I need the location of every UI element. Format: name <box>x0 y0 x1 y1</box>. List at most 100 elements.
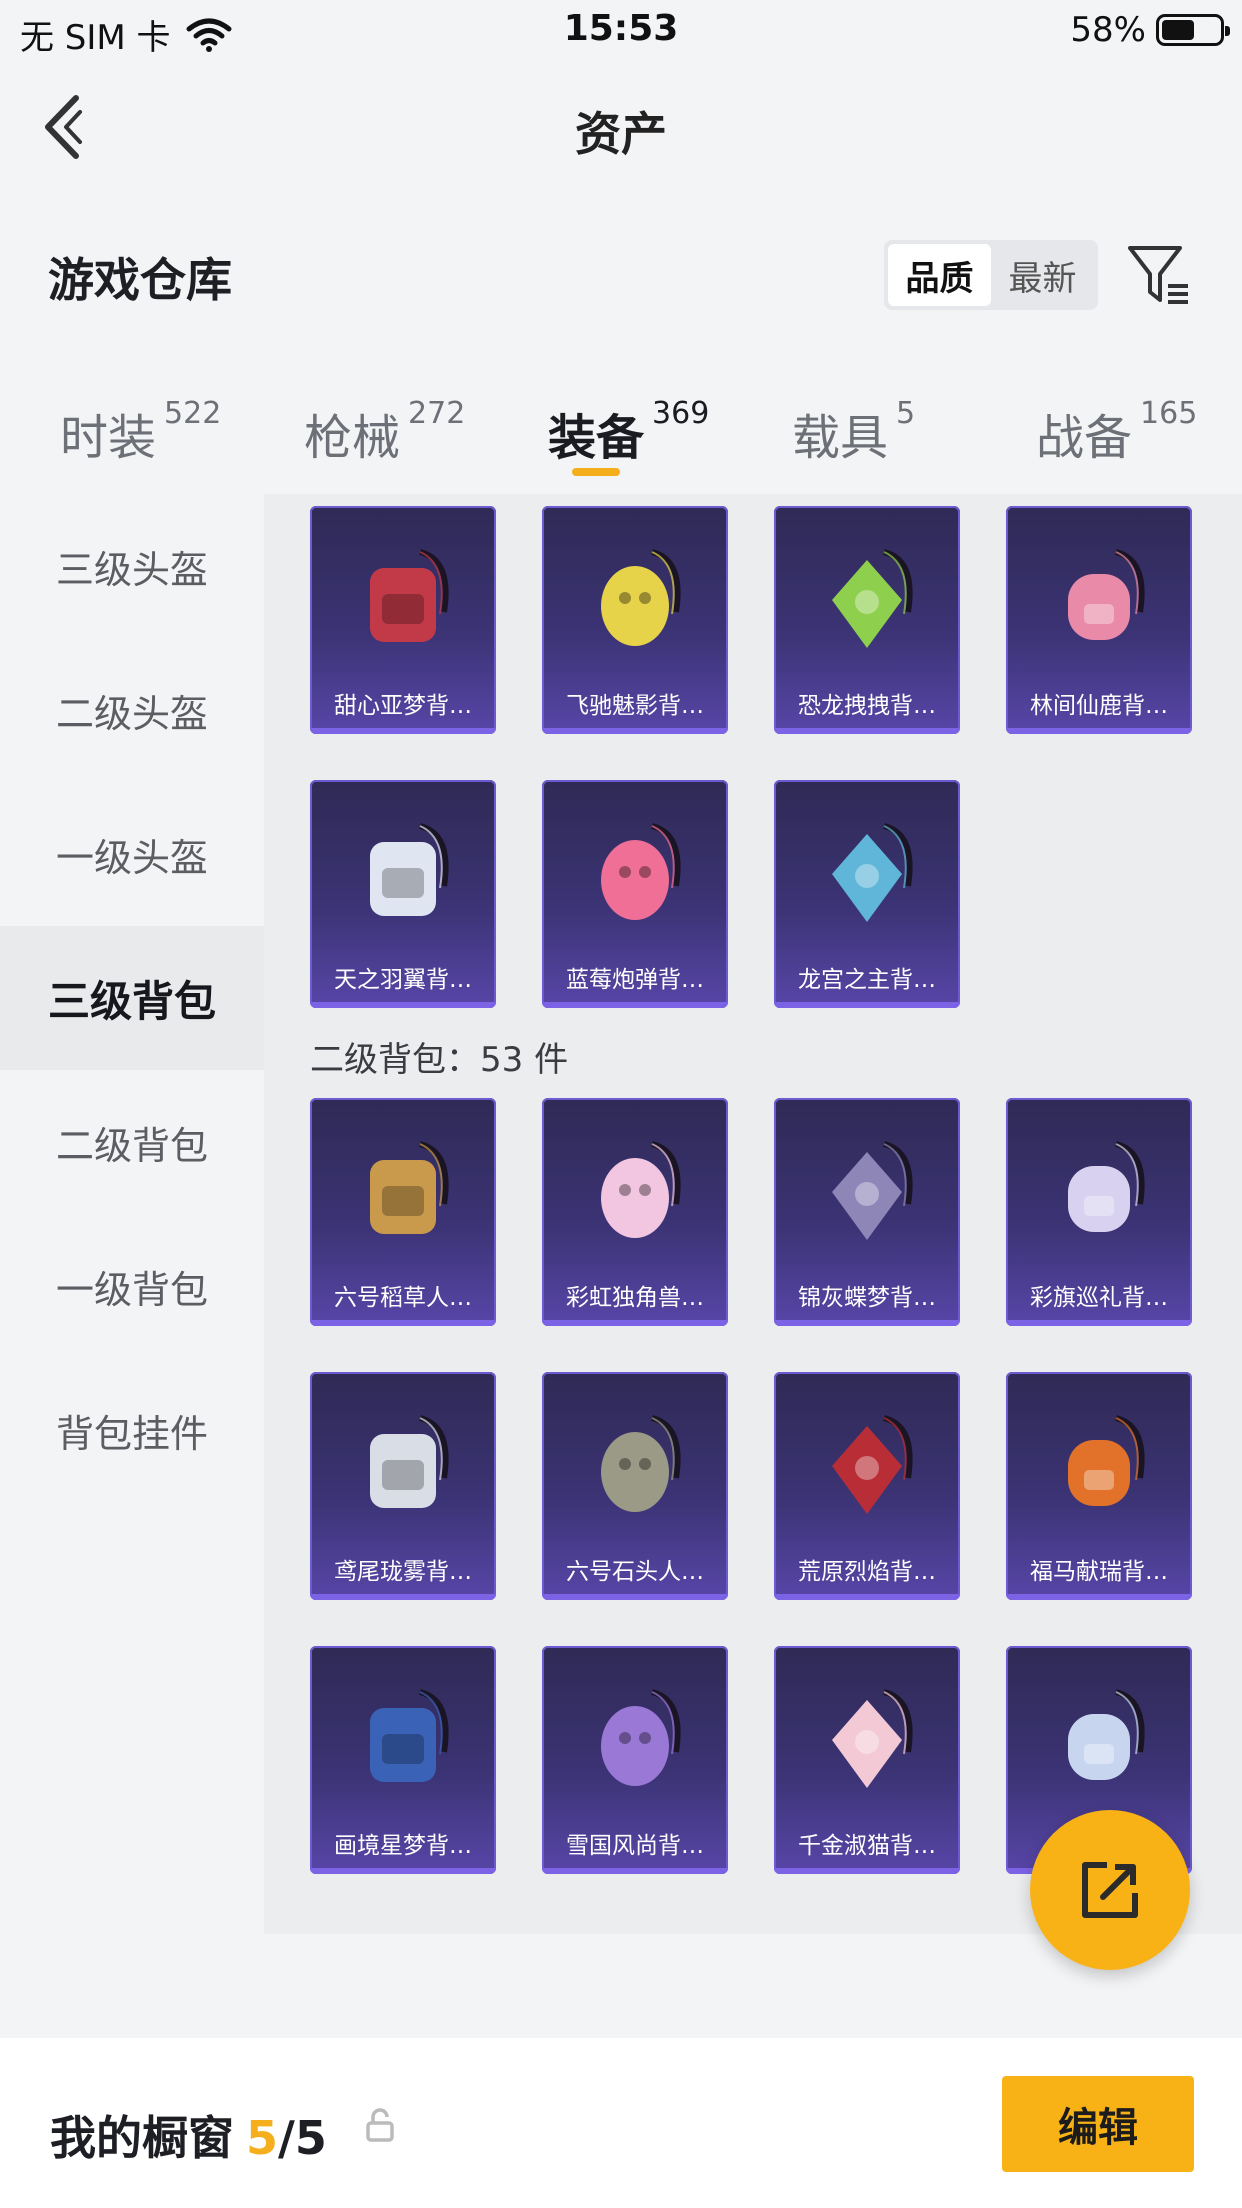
showcase-total: /5 <box>278 2111 327 2165</box>
level2-backpack-grid: 六号稻草人… 彩虹独角兽… 锦灰蝶梦背… 彩旗巡礼背… 鸢尾珑雾背… 六号石头人… <box>310 1098 1192 1874</box>
backpack-item-card[interactable]: 雪国风尚背… <box>542 1646 728 1874</box>
backpack-item-card[interactable]: 福马献瑞背… <box>1006 1372 1192 1600</box>
item-name: 锦灰蝶梦背… <box>798 1285 936 1311</box>
backpack-icon <box>370 549 449 642</box>
item-name: 甜心亚梦背… <box>334 693 472 719</box>
item-name: 画境星梦背… <box>334 1833 472 1859</box>
backpack-icon <box>1068 1689 1145 1780</box>
item-name: 荒原烈焰背… <box>798 1559 936 1585</box>
showcase-current: 5 <box>246 2111 279 2165</box>
backpack-item-card[interactable]: 天之羽翼背… <box>310 780 496 1008</box>
sidebar-item-lv2-helmet[interactable]: 二级头盔 <box>0 638 264 782</box>
backpack-icon <box>1068 1141 1145 1232</box>
backpack-icon <box>370 823 449 916</box>
backpack-item-card[interactable]: 六号稻草人… <box>310 1098 496 1326</box>
tab-combat-gear[interactable]: 战备 165 <box>1036 396 1198 468</box>
backpack-icon <box>832 549 913 648</box>
backpack-item-card[interactable]: 画境星梦背… <box>310 1646 496 1874</box>
tab-firearms[interactable]: 枪械 272 <box>304 396 466 468</box>
backpack-icon <box>601 549 681 646</box>
backpack-item-card[interactable]: 恐龙拽拽背… <box>774 506 960 734</box>
backpack-item-card[interactable]: 龙宫之主背… <box>774 780 960 1008</box>
backpack-item-card[interactable]: 甜心亚梦背… <box>310 506 496 734</box>
share-icon <box>1082 1862 1138 1918</box>
tab-label: 载具 <box>792 410 889 466</box>
item-grid-area[interactable]: 甜心亚梦背… 飞驰魅影背… 恐龙拽拽背… 林间仙鹿背… 天之羽翼背… 蓝莓炮弹背… <box>264 494 1242 1934</box>
category-tabs: 时装 522 枪械 272 装备 369 载具 5 战备 165 <box>0 380 1242 480</box>
clock: 15:53 <box>563 8 679 49</box>
backpack-item-card[interactable]: 千金淑猫背… <box>774 1646 960 1874</box>
sidebar-item-lv1-helmet[interactable]: 一级头盔 <box>0 782 264 926</box>
item-name: 林间仙鹿背… <box>1030 693 1168 719</box>
item-name: 蓝莓炮弹背… <box>566 967 704 993</box>
backpack-icon <box>832 1689 913 1788</box>
tab-label: 战备 <box>1036 410 1133 466</box>
item-name: 六号石头人… <box>566 1559 704 1585</box>
item-name: 恐龙拽拽背… <box>798 693 936 719</box>
item-name: 彩虹独角兽… <box>566 1285 704 1311</box>
item-name: 鸢尾珑雾背… <box>334 1559 472 1585</box>
item-name: 千金淑猫背… <box>798 1833 936 1859</box>
showcase-title: 我的橱窗 <box>50 2111 234 2165</box>
item-name: 龙宫之主背… <box>798 967 936 993</box>
sidebar-item-lv3-helmet[interactable]: 三级头盔 <box>0 494 264 638</box>
item-name: 天之羽翼背… <box>334 967 472 993</box>
tab-count: 369 <box>652 396 710 431</box>
share-button[interactable] <box>1030 1810 1190 1970</box>
showcase-title-group: 我的橱窗 5/5 <box>50 2102 327 2168</box>
backpack-icon <box>370 1141 449 1234</box>
subcategory-sidebar: 三级头盔 二级头盔 一级头盔 三级背包 二级背包 一级背包 背包挂件 <box>0 494 264 1934</box>
battery-level <box>1162 20 1195 40</box>
backpack-item-card[interactable]: 蓝莓炮弹背… <box>542 780 728 1008</box>
sidebar-item-backpack-charm[interactable]: 背包挂件 <box>0 1358 264 1502</box>
backpack-item-card[interactable]: 鸢尾珑雾背… <box>310 1372 496 1600</box>
sidebar-item-lv2-backpack[interactable]: 二级背包 <box>0 1070 264 1214</box>
battery-percent: 58% <box>1070 10 1146 50</box>
showcase-bar: 我的橱窗 5/5 编辑 <box>0 2038 1242 2208</box>
edit-button[interactable]: 编辑 <box>1002 2076 1194 2172</box>
tab-label: 枪械 <box>304 410 401 466</box>
backpack-icon <box>601 1141 681 1238</box>
nav-bar: 资产 <box>0 62 1242 192</box>
item-name: 六号稻草人… <box>334 1285 472 1311</box>
backpack-item-card[interactable]: 六号石头人… <box>542 1372 728 1600</box>
filter-icon[interactable] <box>1124 240 1192 308</box>
backpack-icon <box>601 1689 681 1786</box>
page-title: 资产 <box>575 107 667 161</box>
lock-icon <box>366 2108 394 2142</box>
backpack-item-card[interactable]: 飞驰魅影背… <box>542 506 728 734</box>
tab-count: 165 <box>1140 396 1198 431</box>
tab-count: 522 <box>164 396 222 431</box>
backpack-item-card[interactable]: 锦灰蝶梦背… <box>774 1098 960 1326</box>
backpack-item-card[interactable]: 彩虹独角兽… <box>542 1098 728 1326</box>
tab-label: 装备 <box>548 410 645 466</box>
sidebar-item-lv3-backpack[interactable]: 三级背包 <box>0 926 264 1070</box>
tab-vehicles[interactable]: 载具 5 <box>792 396 916 468</box>
backpack-icon <box>1068 549 1145 640</box>
active-tab-indicator <box>572 468 620 476</box>
item-name: 彩旗巡礼背… <box>1030 1285 1168 1311</box>
battery-icon <box>1156 14 1230 46</box>
backpack-item-card[interactable]: 彩旗巡礼背… <box>1006 1098 1192 1326</box>
sidebar-item-lv1-backpack[interactable]: 一级背包 <box>0 1214 264 1358</box>
backpack-icon <box>601 823 681 920</box>
backpack-icon <box>832 1141 913 1240</box>
tab-equipment[interactable]: 装备 369 <box>548 396 710 468</box>
backpack-icon <box>370 1689 449 1782</box>
battery-status: 58% <box>1070 10 1230 50</box>
item-name: 飞驰魅影背… <box>566 693 704 719</box>
backpack-icon <box>370 1415 449 1508</box>
showcase-count: 5/5 <box>246 2111 327 2165</box>
backpack-icon <box>1068 1415 1145 1506</box>
status-bar: 无 SIM 卡 15:53 58% <box>0 0 1242 62</box>
sort-newest-button[interactable]: 最新 <box>991 244 1094 306</box>
backpack-item-card[interactable]: 荒原烈焰背… <box>774 1372 960 1600</box>
tab-fashion[interactable]: 时装 522 <box>60 396 222 468</box>
sort-quality-button[interactable]: 品质 <box>888 244 991 306</box>
level3-backpack-grid: 甜心亚梦背… 飞驰魅影背… 恐龙拽拽背… 林间仙鹿背… 天之羽翼背… 蓝莓炮弹背… <box>310 506 1192 1008</box>
backpack-icon <box>601 1415 681 1512</box>
backpack-item-card[interactable]: 林间仙鹿背… <box>1006 506 1192 734</box>
tab-count: 272 <box>408 396 466 431</box>
group-label-level2: 二级背包：53 件 <box>310 1040 569 1080</box>
tab-count: 5 <box>896 396 916 431</box>
